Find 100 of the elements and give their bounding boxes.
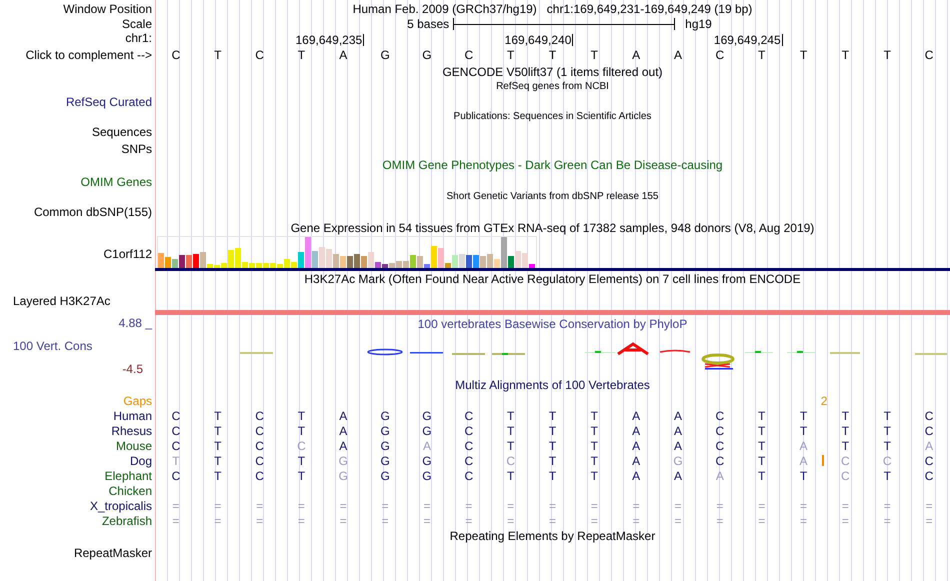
- base-letter[interactable]: C: [924, 49, 934, 61]
- base-letter: C: [255, 440, 264, 452]
- base-letter: =: [884, 500, 891, 512]
- base-letter: A: [339, 410, 348, 422]
- base-letter: T: [758, 440, 766, 452]
- position-text: chr1:169,649,231-169,649,249 (19 bp): [546, 3, 752, 15]
- base-letter[interactable]: T: [758, 49, 766, 61]
- track-label[interactable]: C1orf112: [104, 248, 152, 260]
- track-label[interactable]: Elephant: [104, 470, 152, 482]
- base-letter: =: [548, 500, 556, 512]
- track-label[interactable]: Dog: [130, 454, 152, 466]
- base-letter: A: [632, 424, 640, 436]
- base-letter[interactable]: T: [590, 49, 598, 61]
- track-label[interactable]: OMIM Genes: [80, 176, 152, 188]
- base-letter: T: [590, 424, 598, 436]
- base-letter[interactable]: C: [464, 49, 474, 61]
- track-label[interactable]: SNPs: [121, 142, 152, 154]
- base-letter: T: [800, 410, 808, 422]
- base-letter: G: [338, 454, 348, 466]
- base-letter[interactable]: G: [422, 49, 432, 61]
- base-letter: T: [506, 440, 514, 452]
- base-letter[interactable]: A: [632, 49, 640, 61]
- base-letter: A: [674, 470, 682, 482]
- base-letter[interactable]: A: [339, 49, 348, 61]
- base-letter: A: [716, 470, 724, 482]
- base-letter: =: [842, 500, 849, 512]
- base-letter: T: [884, 424, 891, 436]
- position-tick: 169,649,245: [714, 34, 783, 46]
- base-letter: =: [507, 500, 514, 512]
- track-label[interactable]: Rhesus: [111, 424, 152, 436]
- base-letter: T: [214, 440, 222, 452]
- base-letter: C: [882, 454, 892, 466]
- base-letter: T: [842, 410, 850, 422]
- base-letter: =: [256, 500, 264, 512]
- base-letter: =: [507, 514, 514, 526]
- base-letter: =: [632, 514, 640, 526]
- track-title: Short Genetic Variants from dbSNP release 155: [446, 192, 658, 202]
- base-letter: T: [758, 470, 766, 482]
- base-letter: =: [716, 514, 724, 526]
- base-letter: T: [214, 410, 222, 422]
- base-letter: A: [632, 470, 640, 482]
- base-letter[interactable]: A: [674, 49, 682, 61]
- track-label[interactable]: RefSeq Curated: [66, 96, 152, 108]
- track-label[interactable]: Common dbSNP(155): [34, 206, 152, 218]
- track-label[interactable]: X_tropicalis: [90, 500, 152, 512]
- base-letter: C: [924, 454, 934, 466]
- track-label[interactable]: Scale: [122, 18, 152, 30]
- track-label[interactable]: Zebrafish: [102, 514, 152, 526]
- track-label[interactable]: Window Position: [63, 3, 152, 15]
- base-letter: =: [214, 514, 222, 526]
- base-letter: =: [382, 514, 389, 526]
- base-letter: T: [842, 440, 850, 452]
- track-title: GENCODE V50lift37 (1 items filtered out): [442, 66, 663, 78]
- base-letter: T: [800, 470, 808, 482]
- base-letter[interactable]: T: [884, 49, 891, 61]
- track-label[interactable]: Sequences: [92, 126, 152, 138]
- scale-text: 5 bases: [407, 18, 450, 30]
- track-label[interactable]: Layered H3K27Ac: [13, 295, 110, 307]
- base-letter: T: [214, 454, 222, 466]
- base-letter[interactable]: T: [842, 49, 850, 61]
- base-letter: =: [423, 514, 430, 526]
- track-label[interactable]: Chicken: [108, 484, 152, 496]
- base-letter: T: [172, 454, 180, 466]
- track-title: OMIM Gene Phenotypes - Dark Green Can Be Disease-causing: [382, 159, 723, 171]
- base-letter: T: [884, 440, 891, 452]
- track-label[interactable]: Human: [113, 410, 152, 422]
- base-letter: T: [590, 470, 598, 482]
- track-title: H3K27Ac Mark (Often Found Near Active Regulatory Elements) on 7 cell lines from ENCODE: [304, 273, 801, 285]
- base-letter: T: [758, 454, 766, 466]
- base-letter[interactable]: C: [172, 49, 180, 61]
- base-letter: T: [506, 470, 514, 482]
- track-label[interactable]: Mouse: [116, 440, 152, 452]
- track-title: Publications: Sequences in Scientific Articles: [454, 112, 652, 122]
- track-label[interactable]: chr1:: [125, 32, 152, 44]
- base-letter[interactable]: T: [298, 49, 306, 61]
- base-letter: =: [800, 514, 808, 526]
- base-letter: C: [506, 454, 515, 466]
- base-letter: C: [924, 424, 934, 436]
- base-letter[interactable]: G: [380, 49, 390, 61]
- base-letter: =: [716, 500, 724, 512]
- track-label[interactable]: Click to complement -->: [26, 49, 152, 61]
- base-letter[interactable]: C: [255, 49, 264, 61]
- base-letter: T: [298, 454, 306, 466]
- base-letter: G: [338, 470, 348, 482]
- base-letter: G: [380, 424, 390, 436]
- track-label[interactable]: RepeatMasker: [74, 546, 152, 558]
- base-letter: T: [548, 470, 556, 482]
- base-letter: A: [632, 410, 640, 422]
- base-letter[interactable]: T: [506, 49, 514, 61]
- base-letter: A: [800, 454, 808, 466]
- base-letter: T: [548, 454, 556, 466]
- base-letter[interactable]: T: [548, 49, 556, 61]
- base-letter: =: [926, 500, 933, 512]
- base-letter: C: [464, 470, 474, 482]
- base-letter[interactable]: T: [800, 49, 808, 61]
- track-label[interactable]: 100 Vert. Cons: [0, 340, 155, 352]
- track-title: Repeating Elements by RepeatMasker: [450, 530, 656, 542]
- position-tick: 169,649,240: [504, 34, 574, 46]
- base-letter[interactable]: T: [214, 49, 222, 61]
- base-letter[interactable]: C: [716, 49, 724, 61]
